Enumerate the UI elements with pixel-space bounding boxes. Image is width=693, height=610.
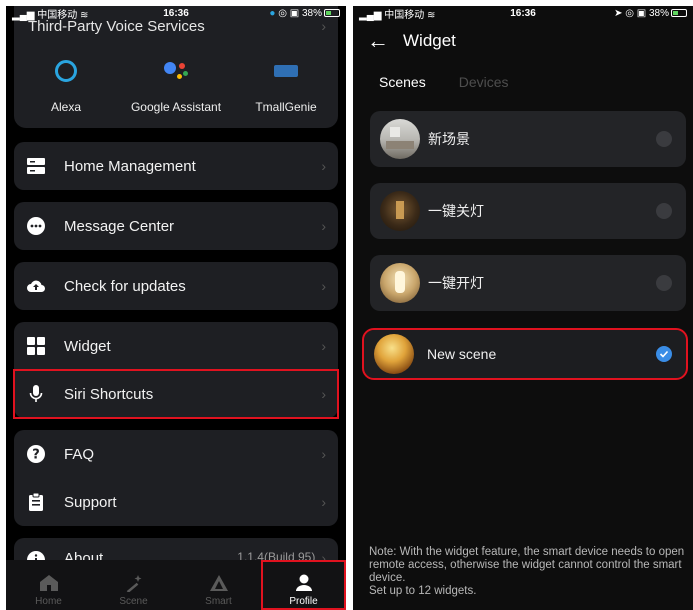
check-updates-card: Check for updates › bbox=[14, 262, 338, 310]
profile-icon bbox=[295, 574, 312, 591]
widget-note-text: Note: With the widget feature, the smart… bbox=[369, 546, 685, 584]
tab-scene[interactable]: Scene bbox=[91, 560, 176, 610]
back-arrow-icon[interactable]: ← bbox=[367, 28, 389, 54]
scene-thumbnail bbox=[380, 263, 420, 303]
scene-thumbnail bbox=[380, 191, 420, 231]
google-assistant-icon bbox=[162, 60, 190, 82]
scene-name: 一键开灯 bbox=[428, 275, 484, 291]
widget-siri-card: Widget › Siri Shortcuts › bbox=[13, 322, 339, 419]
chevron-right-icon: › bbox=[321, 386, 326, 402]
scene-name: 新场景 bbox=[428, 131, 470, 147]
battery-icon bbox=[671, 8, 687, 17]
scene-item[interactable]: 一键关灯 bbox=[370, 183, 686, 239]
menu-item-label: Siri Shortcuts bbox=[64, 385, 154, 403]
tab-label: Scene bbox=[119, 596, 148, 607]
voice-service-google-assistant[interactable]: Google Assistant bbox=[126, 56, 226, 114]
tab-home[interactable]: Home bbox=[6, 560, 91, 610]
chevron-right-icon: › bbox=[321, 338, 326, 354]
voice-service-label: Alexa bbox=[50, 100, 82, 114]
tab-profile[interactable]: Profile bbox=[261, 560, 346, 610]
tab-label: Smart bbox=[205, 596, 232, 607]
page-title: Widget bbox=[403, 31, 456, 50]
tab-label: Home bbox=[35, 596, 62, 607]
status-bar: ▂▄▆ 中国移动 ≋ 16:36 ● ◎ ▣ 38% bbox=[6, 6, 346, 21]
scene-name: New scene bbox=[427, 346, 497, 362]
faq-support-card: ? FAQ › Support › bbox=[14, 430, 338, 526]
widget-limit-text: Set up to 12 widgets. bbox=[369, 585, 477, 597]
clipboard-icon bbox=[26, 492, 46, 512]
voice-service-label: Google Assistant bbox=[130, 100, 222, 114]
segment-control: Scenes Devices bbox=[379, 74, 509, 90]
menu-item-label: Widget bbox=[64, 337, 111, 355]
microphone-icon bbox=[26, 384, 46, 404]
question-icon: ? bbox=[26, 444, 46, 464]
battery-icon bbox=[324, 8, 340, 17]
menu-item-label: FAQ bbox=[64, 445, 95, 463]
radio-unchecked-icon[interactable] bbox=[656, 203, 672, 219]
home-management-icon bbox=[26, 156, 46, 176]
magic-wand-icon bbox=[126, 575, 141, 592]
smart-icon bbox=[209, 575, 228, 591]
profile-screen: ▂▄▆ 中国移动 ≋ 16:36 ● ◎ ▣ 38% Third-Party V… bbox=[6, 6, 346, 610]
home-icon bbox=[39, 575, 58, 591]
widget-note: Note: With the widget feature, the smart… bbox=[369, 546, 685, 598]
chevron-right-icon: › bbox=[321, 278, 326, 294]
tab-label: Profile bbox=[289, 596, 318, 607]
tab-scenes[interactable]: Scenes bbox=[379, 74, 426, 90]
menu-item-label: Check for updates bbox=[64, 277, 186, 295]
widget-icon bbox=[26, 336, 46, 356]
scene-item-selected[interactable]: New scene bbox=[362, 328, 688, 380]
status-bar: ▂▄▆ 中国移动 ≋ 16:36 ➤ ◎ ▣ 38% bbox=[353, 6, 693, 21]
voice-service-tmall-genie[interactable]: TmallGenie bbox=[236, 56, 336, 114]
message-icon bbox=[26, 216, 46, 236]
menu-item-home-management[interactable]: Home Management › bbox=[14, 142, 338, 190]
voice-service-label: TmallGenie bbox=[255, 100, 317, 114]
menu-item-siri-shortcuts[interactable]: Siri Shortcuts › bbox=[13, 369, 339, 419]
tmall-genie-icon bbox=[274, 65, 298, 77]
menu-item-label: Support bbox=[64, 493, 117, 511]
menu-item-support[interactable]: Support › bbox=[14, 478, 338, 526]
voice-service-alexa[interactable]: Alexa bbox=[16, 56, 116, 114]
checkmark-icon[interactable] bbox=[656, 346, 672, 362]
status-time: 16:36 bbox=[510, 7, 536, 19]
tab-devices[interactable]: Devices bbox=[459, 74, 509, 90]
scene-item[interactable]: 一键开灯 bbox=[370, 255, 686, 311]
chevron-right-icon[interactable]: › bbox=[321, 18, 326, 34]
scene-thumbnail bbox=[374, 334, 414, 374]
widget-screen: ▂▄▆ 中国移动 ≋ 16:36 ➤ ◎ ▣ 38% ← Widget Scen… bbox=[353, 6, 693, 610]
menu-item-label: Home Management bbox=[64, 157, 196, 175]
chevron-right-icon: › bbox=[321, 446, 326, 462]
radio-unchecked-icon[interactable] bbox=[656, 275, 672, 291]
scene-thumbnail bbox=[380, 119, 420, 159]
menu-item-check-updates[interactable]: Check for updates › bbox=[14, 262, 338, 310]
tab-bar: Home Scene Smart Profile bbox=[6, 560, 346, 610]
alexa-icon bbox=[55, 60, 77, 82]
menu-item-faq[interactable]: ? FAQ › bbox=[14, 430, 338, 478]
menu-item-widget[interactable]: Widget › bbox=[14, 322, 338, 370]
scene-item[interactable]: 新场景 bbox=[370, 111, 686, 167]
radio-unchecked-icon[interactable] bbox=[656, 131, 672, 147]
tab-smart[interactable]: Smart bbox=[176, 560, 261, 610]
message-center-card: Message Center › bbox=[14, 202, 338, 250]
chevron-right-icon: › bbox=[321, 218, 326, 234]
menu-item-label: Message Center bbox=[64, 217, 175, 235]
status-time: 16:36 bbox=[163, 7, 189, 19]
scene-name: 一键关灯 bbox=[428, 203, 484, 219]
menu-item-message-center[interactable]: Message Center › bbox=[14, 202, 338, 250]
home-management-card: Home Management › bbox=[14, 142, 338, 190]
nav-bar: ← Widget bbox=[353, 26, 693, 56]
svg-text:?: ? bbox=[32, 448, 40, 463]
cloud-upload-icon bbox=[26, 276, 46, 296]
chevron-right-icon: › bbox=[321, 494, 326, 510]
chevron-right-icon: › bbox=[321, 158, 326, 174]
voice-services-card: Third-Party Voice Services › Alexa Googl… bbox=[14, 6, 338, 128]
